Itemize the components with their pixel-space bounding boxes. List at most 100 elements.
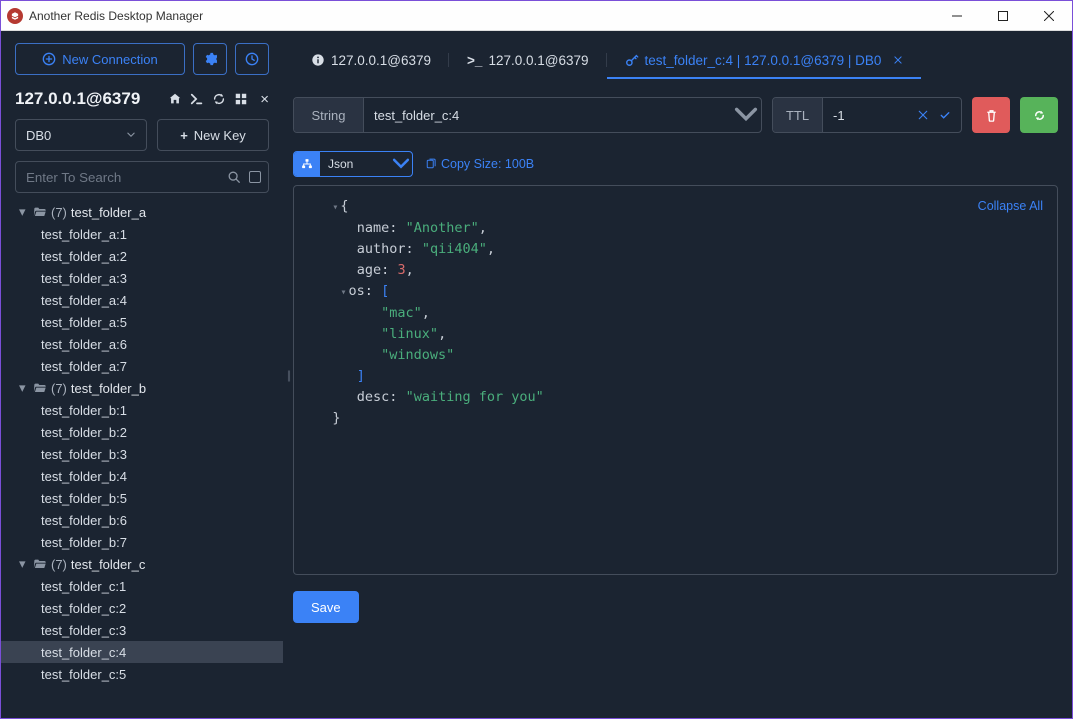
- db-select[interactable]: DB0: [15, 119, 147, 151]
- refresh-icon[interactable]: [212, 92, 226, 106]
- key-icon: [625, 53, 639, 67]
- folder-count: (7): [51, 557, 67, 572]
- chevron-down-icon: [390, 153, 412, 175]
- tree-key[interactable]: test_folder_c:5: [1, 663, 283, 685]
- folder-count: (7): [51, 381, 67, 396]
- key-name-box: String test_folder_c:4: [293, 97, 762, 133]
- tree-key[interactable]: test_folder_a:5: [1, 311, 283, 333]
- folder-name: test_folder_a: [71, 205, 146, 220]
- new-connection-button[interactable]: New Connection: [15, 43, 185, 75]
- search-icon[interactable]: [227, 170, 241, 184]
- tab[interactable]: >_ 127.0.0.1@6379: [449, 43, 606, 79]
- tab[interactable]: 127.0.0.1@6379: [293, 43, 449, 79]
- log-button[interactable]: [235, 43, 269, 75]
- value-viewer[interactable]: Collapse All ▾{ name: "Another", author:…: [293, 185, 1058, 575]
- refresh-key-button[interactable]: [1020, 97, 1058, 133]
- terminal-icon: >_: [467, 53, 482, 68]
- key-tree: ▾(7) test_folder_atest_folder_a:1test_fo…: [1, 201, 283, 718]
- ttl-box: TTL -1: [772, 97, 962, 133]
- splitter[interactable]: ||: [283, 31, 293, 718]
- key-name: test_folder_c:3: [41, 623, 126, 638]
- ttl-label: TTL: [773, 98, 823, 132]
- key-name: test_folder_a:6: [41, 337, 127, 352]
- info-icon: [311, 53, 325, 67]
- tree-key[interactable]: test_folder_c:4: [1, 641, 283, 663]
- key-name: test_folder_a:7: [41, 359, 127, 374]
- refresh-icon: [1032, 108, 1047, 123]
- tree-folder[interactable]: ▾(7) test_folder_a: [1, 201, 283, 223]
- tree-folder[interactable]: ▾ (7) test_folder_b: [1, 377, 283, 399]
- tree-key[interactable]: test_folder_a:1: [1, 223, 283, 245]
- tree-folder[interactable]: ▾ (7) test_folder_c: [1, 553, 283, 575]
- chevron-down-icon: ▾: [19, 380, 29, 396]
- tree-key[interactable]: test_folder_a:6: [1, 333, 283, 355]
- close-button[interactable]: [1026, 1, 1072, 31]
- key-header: String test_folder_c:4 TTL -1: [293, 97, 1058, 133]
- tree-key[interactable]: test_folder_b:2: [1, 421, 283, 443]
- delete-key-button[interactable]: [972, 97, 1010, 133]
- key-name: test_folder_c:2: [41, 601, 126, 616]
- key-name: test_folder_b:1: [41, 403, 127, 418]
- tab-label: 127.0.0.1@6379: [331, 53, 431, 68]
- tab[interactable]: test_folder_c:4 | 127.0.0.1@6379 | DB0: [607, 43, 922, 79]
- format-select[interactable]: Json: [293, 151, 413, 177]
- folder-open-icon: [33, 205, 47, 220]
- exact-match-toggle[interactable]: [249, 171, 261, 183]
- json-tree: ▾{ name: "Another", author: "qii404", ag…: [308, 196, 1043, 429]
- ttl-clear-icon[interactable]: [917, 109, 929, 121]
- tree-key[interactable]: test_folder_a:2: [1, 245, 283, 267]
- folder-open-icon: [33, 557, 47, 572]
- key-name: test_folder_a:5: [41, 315, 127, 330]
- copy-button[interactable]: Copy Size: 100B: [425, 157, 534, 171]
- plus-circle-icon: [42, 52, 56, 66]
- grid-icon[interactable]: [234, 92, 248, 106]
- minimize-button[interactable]: [934, 1, 980, 31]
- tree-key[interactable]: test_folder_a:7: [1, 355, 283, 377]
- ttl-confirm-icon[interactable]: [939, 109, 951, 121]
- sidebar: New Connection 127.0.0.1@6379 ×: [1, 31, 283, 718]
- tree-key[interactable]: test_folder_c:3: [1, 619, 283, 641]
- tree-icon: [294, 152, 320, 176]
- tree-key[interactable]: test_folder_b:4: [1, 465, 283, 487]
- key-name: test_folder_c:5: [41, 667, 126, 682]
- tab-close-button[interactable]: [893, 53, 903, 68]
- main-panel: 127.0.0.1@6379 >_ 127.0.0.1@6379 test_folde…: [293, 31, 1072, 718]
- tree-key[interactable]: test_folder_b:7: [1, 531, 283, 553]
- key-name-dropdown[interactable]: [731, 98, 761, 132]
- settings-button[interactable]: [193, 43, 227, 75]
- key-name-input[interactable]: test_folder_c:4: [364, 98, 731, 132]
- key-name: test_folder_b:3: [41, 447, 127, 462]
- home-icon[interactable]: [168, 92, 182, 106]
- terminal-icon[interactable]: [190, 92, 204, 106]
- tree-key[interactable]: test_folder_b:5: [1, 487, 283, 509]
- tab-label: test_folder_c:4 | 127.0.0.1@6379 | DB0: [645, 53, 882, 68]
- tree-key[interactable]: test_folder_a:3: [1, 267, 283, 289]
- key-name: test_folder_b:2: [41, 425, 127, 440]
- app-icon: [7, 8, 23, 24]
- ttl-input[interactable]: -1: [823, 98, 907, 132]
- tree-key[interactable]: test_folder_b:3: [1, 443, 283, 465]
- collapse-connection-icon[interactable]: ×: [260, 91, 269, 108]
- tree-key[interactable]: test_folder_c:2: [1, 597, 283, 619]
- key-name: test_folder_a:1: [41, 227, 127, 242]
- gear-icon: [203, 52, 217, 66]
- tab-label: 127.0.0.1@6379: [488, 53, 588, 68]
- save-button[interactable]: Save: [293, 591, 359, 623]
- key-name: test_folder_c:4: [41, 645, 126, 660]
- tree-key[interactable]: test_folder_c:1: [1, 575, 283, 597]
- folder-name: test_folder_c: [71, 557, 145, 572]
- folder-name: test_folder_b: [71, 381, 146, 396]
- folder-open-icon: [33, 381, 47, 396]
- chevron-down-icon: ▾: [19, 556, 29, 572]
- maximize-button[interactable]: [980, 1, 1026, 31]
- key-type-label: String: [294, 98, 364, 132]
- tree-key[interactable]: test_folder_a:4: [1, 289, 283, 311]
- new-key-button[interactable]: +New Key: [157, 119, 269, 151]
- collapse-all-button[interactable]: Collapse All: [978, 196, 1043, 217]
- key-name: test_folder_a:4: [41, 293, 127, 308]
- tree-key[interactable]: test_folder_b:1: [1, 399, 283, 421]
- tree-key[interactable]: test_folder_b:6: [1, 509, 283, 531]
- key-name: test_folder_a:2: [41, 249, 127, 264]
- trash-icon: [984, 108, 999, 123]
- key-name: test_folder_b:5: [41, 491, 127, 506]
